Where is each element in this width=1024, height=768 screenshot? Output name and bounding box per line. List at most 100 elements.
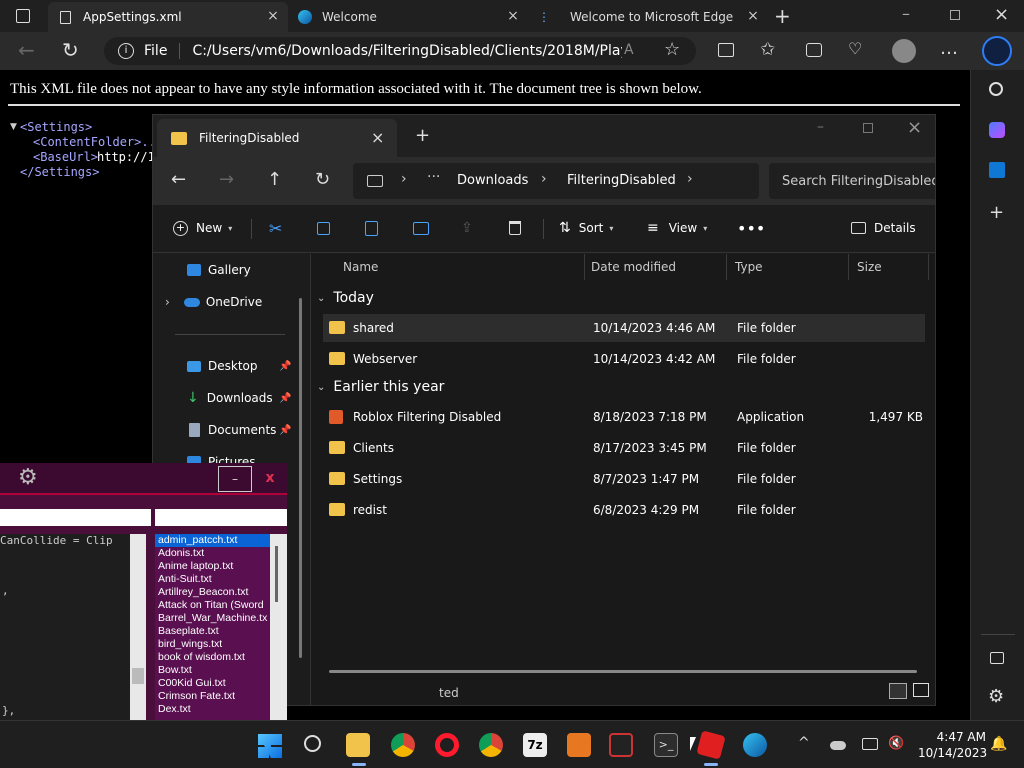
favorites-icon[interactable]: ✩ bbox=[760, 39, 775, 60]
nav-downloads[interactable]: ↓ Downloads 📌 bbox=[153, 384, 303, 412]
column-size[interactable]: Size bbox=[849, 254, 929, 280]
more-options-icon[interactable]: ••• bbox=[737, 215, 765, 241]
restore-icon[interactable] bbox=[950, 10, 960, 20]
search-scripts-input[interactable] bbox=[155, 509, 287, 526]
more-locations-icon[interactable]: ··· bbox=[427, 169, 440, 185]
script-item[interactable]: admin_patcch.txt bbox=[155, 534, 270, 547]
url-box[interactable]: i File C:/Users/vm6/Downloads/FilteringD… bbox=[104, 37, 696, 65]
script-name-input[interactable] bbox=[0, 509, 151, 526]
explorer-tab[interactable]: FilteringDisabled × bbox=[157, 119, 397, 157]
editor-scroll-thumb[interactable] bbox=[132, 668, 144, 684]
7zip-icon[interactable]: 7z bbox=[523, 733, 547, 757]
tab-actions-icon[interactable] bbox=[16, 9, 30, 23]
minimize-icon[interactable]: – bbox=[902, 4, 910, 23]
bing-copilot-icon[interactable] bbox=[982, 36, 1012, 66]
volume-muted-icon[interactable]: 🔇 bbox=[888, 736, 904, 751]
breadcrumb-downloads[interactable]: Downloads bbox=[457, 173, 528, 188]
column-date-modified[interactable]: Date modified bbox=[583, 254, 727, 280]
app-icon[interactable] bbox=[609, 733, 633, 757]
script-item[interactable]: C00Kid Gui.txt bbox=[155, 677, 270, 690]
paste-button[interactable] bbox=[365, 215, 378, 241]
group-today[interactable]: ⌄ Today bbox=[317, 290, 374, 306]
nav-scrollbar[interactable] bbox=[299, 298, 302, 658]
list-scrollbar[interactable] bbox=[270, 534, 287, 720]
script-item[interactable]: Baseplate.txt bbox=[155, 625, 270, 638]
terminal-icon[interactable]: >_ bbox=[654, 733, 678, 757]
script-item[interactable]: bird_wings.txt bbox=[155, 638, 270, 651]
minimize-icon[interactable]: – bbox=[817, 119, 824, 135]
close-window-icon[interactable]: × bbox=[907, 117, 922, 138]
script-item[interactable]: Anti-Suit.txt bbox=[155, 573, 270, 586]
roblox-icon[interactable] bbox=[696, 730, 726, 760]
chrome-alt-icon[interactable] bbox=[479, 733, 503, 757]
onedrive-icon[interactable] bbox=[830, 741, 846, 750]
this-pc-icon[interactable] bbox=[367, 175, 383, 187]
file-row[interactable]: Webserver 10/14/2023 4:42 AM File folder bbox=[323, 345, 925, 373]
close-button[interactable]: x bbox=[256, 466, 284, 492]
cut-button[interactable]: ✂ bbox=[269, 215, 282, 241]
back-icon[interactable]: ← bbox=[171, 169, 186, 190]
details-view-button[interactable] bbox=[889, 683, 907, 699]
share-button[interactable]: ⇪ bbox=[461, 215, 473, 241]
new-tab-icon[interactable]: + bbox=[774, 4, 791, 28]
script-list[interactable]: admin_patcch.txt Adonis.txt Anime laptop… bbox=[155, 534, 270, 720]
search-input[interactable]: Search FilteringDisabled bbox=[769, 163, 935, 199]
refresh-icon[interactable]: ↻ bbox=[62, 38, 79, 62]
file-row[interactable]: shared 10/14/2023 4:46 AM File folder bbox=[323, 314, 925, 342]
tiles-view-button[interactable] bbox=[913, 683, 929, 697]
close-tab-icon[interactable]: × bbox=[266, 9, 280, 23]
nav-onedrive[interactable]: › OneDrive bbox=[153, 288, 303, 316]
script-item[interactable]: book of wisdom.txt bbox=[155, 651, 270, 664]
maximize-icon[interactable] bbox=[863, 123, 873, 133]
avatar[interactable] bbox=[892, 39, 916, 63]
clock-time[interactable]: 4:47 AM bbox=[924, 730, 986, 744]
close-window-icon[interactable]: × bbox=[994, 4, 1009, 25]
read-aloud-icon[interactable]: A bbox=[624, 42, 634, 58]
search-icon[interactable] bbox=[989, 82, 1003, 96]
collections-icon[interactable] bbox=[806, 43, 822, 57]
view-button[interactable]: ≡ View ▾ bbox=[647, 215, 707, 241]
script-item[interactable]: Anime laptop.txt bbox=[155, 560, 270, 573]
back-icon[interactable]: ← bbox=[18, 38, 35, 62]
refresh-icon[interactable]: ↻ bbox=[315, 169, 330, 190]
panel-layout-icon[interactable] bbox=[990, 652, 1004, 664]
copy-button[interactable] bbox=[317, 215, 330, 241]
breadcrumb-filteringdisabled[interactable]: FilteringDisabled bbox=[567, 173, 676, 188]
display-icon[interactable] bbox=[862, 738, 878, 750]
close-tab-icon[interactable]: × bbox=[746, 9, 760, 23]
file-explorer-icon[interactable] bbox=[346, 733, 370, 757]
start-icon[interactable] bbox=[258, 734, 282, 758]
nav-gallery[interactable]: Gallery bbox=[153, 256, 303, 284]
outlook-icon[interactable] bbox=[989, 162, 1005, 178]
close-tab-icon[interactable]: × bbox=[506, 9, 520, 23]
settings-gear-icon[interactable]: ⚙ bbox=[988, 686, 1004, 707]
lab-flask-icon[interactable] bbox=[567, 733, 591, 757]
forward-icon[interactable]: → bbox=[219, 169, 234, 190]
edge-icon[interactable] bbox=[743, 733, 767, 757]
script-item[interactable]: Crimson Fate.txt bbox=[155, 690, 270, 703]
script-item[interactable]: Adonis.txt bbox=[155, 547, 270, 560]
health-icon[interactable]: ♡ bbox=[848, 39, 862, 58]
collapse-toggle-icon[interactable]: ▼ bbox=[10, 122, 17, 132]
chevron-right-icon[interactable]: › bbox=[541, 171, 547, 187]
file-row[interactable]: Settings 8/7/2023 1:47 PM File folder bbox=[323, 465, 925, 493]
column-type[interactable]: Type bbox=[727, 254, 849, 280]
add-icon[interactable]: + bbox=[989, 202, 1004, 223]
split-screen-icon[interactable] bbox=[718, 43, 734, 57]
horizontal-scrollbar[interactable] bbox=[329, 670, 917, 673]
sort-button[interactable]: ⇅ Sort ▾ bbox=[559, 215, 613, 241]
script-item[interactable]: Barrel_War_Machine.tx bbox=[155, 612, 270, 625]
more-icon[interactable]: … bbox=[940, 38, 958, 59]
script-item[interactable]: Dex.txt bbox=[155, 703, 270, 716]
list-scroll-thumb[interactable] bbox=[275, 546, 278, 602]
notification-bell-icon[interactable]: 🔔 bbox=[990, 736, 1007, 752]
up-icon[interactable]: ↑ bbox=[267, 169, 282, 190]
search-icon[interactable] bbox=[304, 735, 321, 752]
file-row[interactable]: redist 6/8/2023 4:29 PM File folder bbox=[323, 496, 925, 524]
code-editor[interactable]: CanCollide = Clip , }, bbox=[0, 534, 146, 720]
column-name[interactable]: Name bbox=[335, 254, 585, 280]
script-item[interactable]: Attack on Titan (Sword bbox=[155, 599, 270, 612]
nav-desktop[interactable]: Desktop 📌 bbox=[153, 352, 303, 380]
delete-button[interactable] bbox=[509, 215, 521, 241]
tab-welcome[interactable]: Welcome × bbox=[288, 2, 528, 32]
